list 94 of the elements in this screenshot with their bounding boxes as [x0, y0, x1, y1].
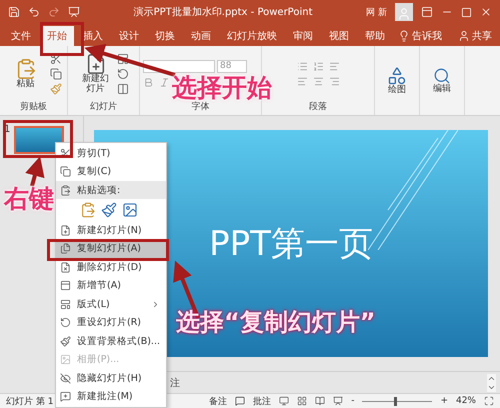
drawing-button[interactable]: 绘图: [378, 66, 416, 96]
align-right-icon: [328, 76, 340, 87]
ribbon-tab[interactable]: 切换: [148, 26, 182, 46]
paste-button[interactable]: 粘贴: [6, 58, 46, 90]
delete-slide-icon: [60, 262, 71, 273]
group-label: 段落: [308, 100, 328, 113]
zoom-out-button[interactable]: -: [351, 396, 354, 406]
ribbon-tab[interactable]: 帮助: [358, 26, 392, 46]
slide-info: 幻灯片 第 1: [6, 396, 54, 408]
slide-thumbnail[interactable]: [14, 126, 64, 154]
paste-option-icon: [80, 202, 96, 218]
search-icon: [433, 66, 451, 85]
paste-picture-icon: [122, 202, 138, 218]
indent-icon: [328, 61, 340, 72]
annotation-text: 右键: [4, 186, 54, 211]
group-label: 幻灯片: [89, 100, 118, 113]
group-label: 剪贴板: [19, 100, 48, 113]
tell-me-link[interactable]: 告诉我: [412, 29, 442, 43]
group-label: 字体: [190, 100, 210, 113]
ribbon-tab[interactable]: 文件: [4, 26, 38, 46]
save-icon: [8, 6, 20, 18]
redo-icon: [48, 6, 60, 18]
ribbon-tab[interactable]: 开始: [40, 26, 74, 46]
ribbon-tab[interactable]: 视图: [322, 26, 356, 46]
lightbulb-icon: [398, 30, 410, 42]
copy-icon: [60, 166, 71, 178]
section-icon: [116, 83, 128, 95]
hide-icon: [60, 372, 71, 384]
duplicate-slide-icon: [60, 243, 71, 254]
ribbon-tab[interactable]: 动画: [184, 26, 218, 46]
section-icon: [60, 280, 71, 292]
italic-icon: [159, 77, 170, 88]
annotation-text: 选择开始: [172, 75, 272, 100]
menu-item[interactable]: 隐藏幻灯片(H): [56, 369, 166, 388]
menu-item[interactable]: 新增节(A): [56, 276, 166, 296]
layout-icon: [60, 298, 71, 310]
photo-album-icon: [60, 354, 71, 366]
present-icon: [68, 6, 80, 18]
menu-header: 粘贴选项:: [56, 180, 166, 200]
paste-format-icon: [101, 202, 117, 218]
align-center-icon: [312, 76, 324, 87]
ribbon-display-icon: [421, 6, 433, 18]
cut-icon: [50, 53, 62, 65]
sorter-view-icon: [297, 396, 308, 406]
menu-item[interactable]: 版式(L): [56, 295, 166, 314]
new-slide-button[interactable]: 新建幻灯片: [78, 53, 112, 95]
new-slide-icon: [60, 225, 71, 236]
ribbon-tab[interactable]: 设计: [112, 26, 146, 46]
reset-icon: [60, 317, 71, 328]
fit-icon: [484, 396, 494, 406]
editing-button[interactable]: 编辑: [423, 66, 461, 94]
undo-icon: [28, 6, 40, 18]
reading-view-icon: [315, 396, 326, 406]
slideshow-icon: [333, 396, 344, 406]
window-title: 演示PPT批量加水印.pptx - PowerPoint: [132, 6, 314, 19]
clipboard-icon: [60, 184, 71, 196]
background-icon: [60, 336, 71, 347]
close-icon: [480, 6, 492, 18]
share-button[interactable]: 共享: [472, 29, 492, 43]
zoom-percent: 42%: [456, 396, 476, 406]
menu-item[interactable]: 新建批注(M): [56, 387, 166, 406]
menu-item[interactable]: 删除幻灯片(D): [56, 258, 166, 277]
ribbon-tab[interactable]: 幻灯片放映: [220, 26, 284, 46]
notes-button[interactable]: 备注: [209, 394, 228, 408]
menu-item[interactable]: 剪切(T): [56, 144, 166, 162]
annotation-text: 选择“复制幻灯片”: [176, 310, 376, 334]
ribbon-tab[interactable]: 审阅: [286, 26, 320, 46]
share-icon: [458, 30, 470, 42]
normal-view-icon: [279, 396, 290, 406]
shapes-icon: [387, 66, 407, 86]
layout-icon: [116, 53, 128, 65]
menu-item[interactable]: 新建幻灯片(N): [56, 221, 166, 240]
highlight-frame: [40, 22, 84, 56]
reset-icon: [116, 68, 128, 80]
ribbon-tab[interactable]: 插入: [76, 26, 110, 46]
zoom-in-button[interactable]: +: [440, 396, 448, 406]
comments-button[interactable]: 批注: [253, 394, 272, 408]
copy-icon: [50, 68, 62, 80]
numbering-icon: [312, 61, 324, 72]
menu-item[interactable]: 重设幻灯片(R): [56, 314, 166, 332]
format-painter-icon: [50, 83, 62, 95]
zoom-thumb[interactable]: [394, 396, 397, 406]
comment-icon: [235, 396, 246, 406]
comment-icon: [60, 391, 71, 402]
align-left-icon: [296, 76, 308, 87]
menu-item[interactable]: 复制(C): [56, 162, 166, 181]
notes-label: 注: [170, 376, 180, 390]
bold-icon: [143, 77, 154, 88]
menu-item[interactable]: 设置背景格式(B)...: [56, 332, 166, 351]
maximize-icon: [461, 6, 472, 18]
user-name: 网 新: [366, 6, 387, 18]
user-silhouette-icon: [397, 7, 411, 21]
highlight-frame: [3, 120, 73, 158]
slide-title: PPT第一页: [209, 222, 373, 266]
